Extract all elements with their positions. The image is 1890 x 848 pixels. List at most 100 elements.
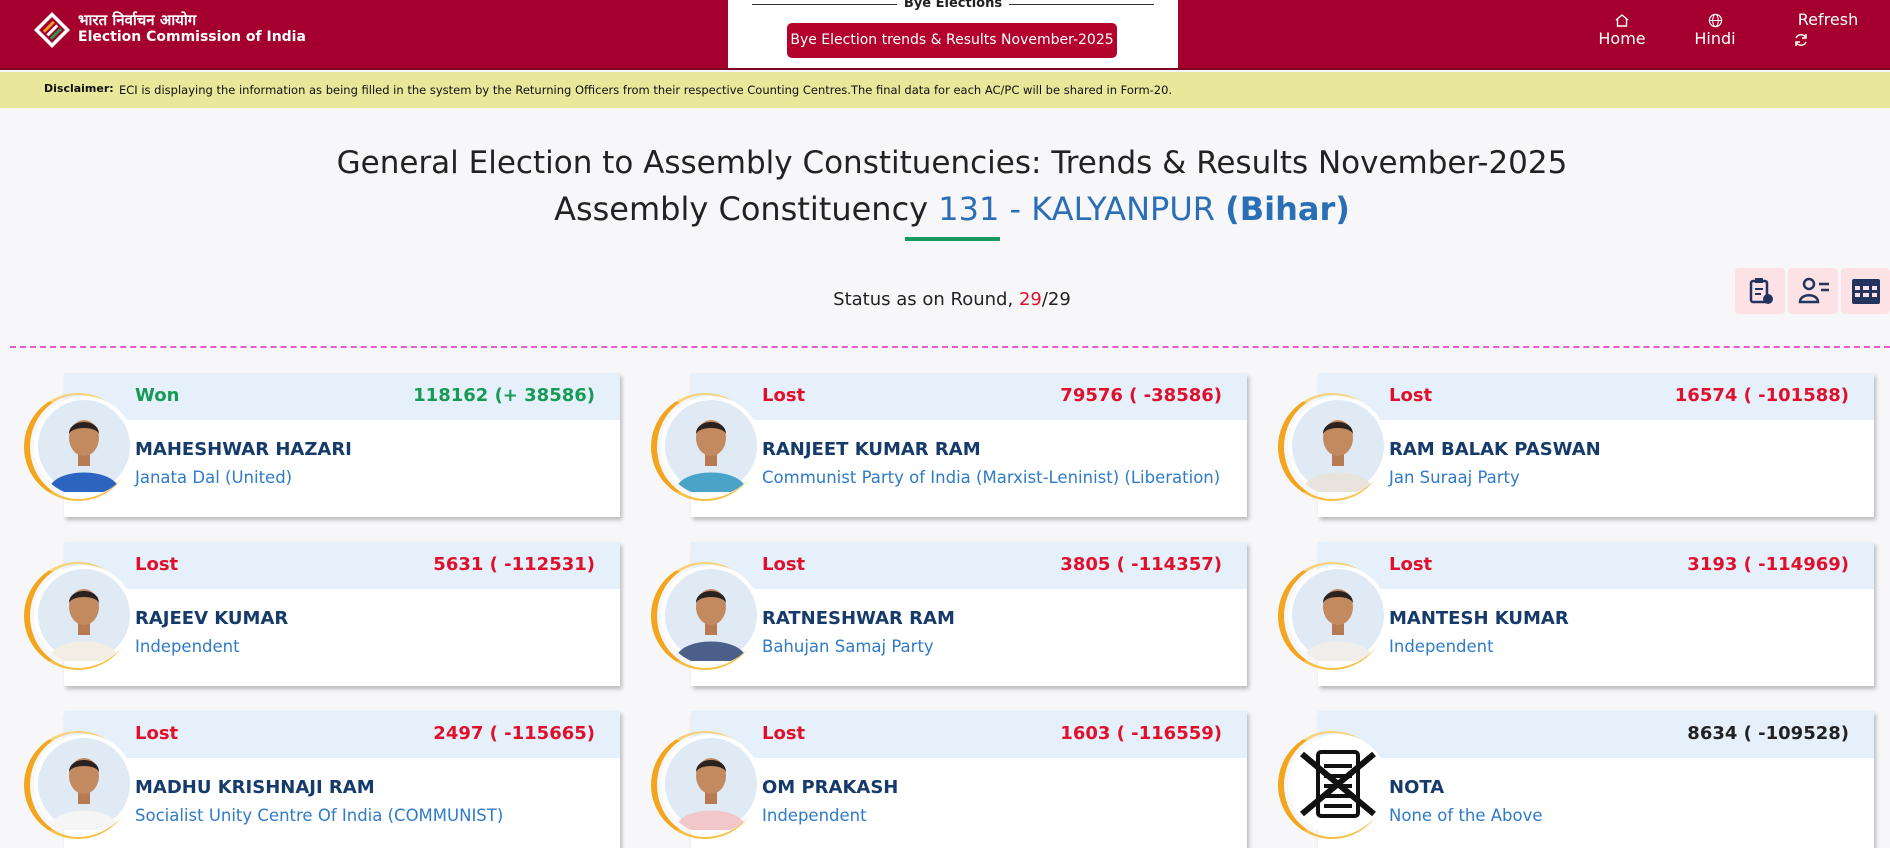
candidate-card-body: Won 118162 (+ 38586) MAHESHWAR HAZARI Janat… [64,373,620,517]
section-divider [10,346,1890,348]
candidate-card-body: Lost 3193 ( -114969) MANTESH KUMAR Independ… [1318,542,1874,686]
party-name: Janata Dal (United) [135,468,293,487]
nav-hindi[interactable]: Hindi [1692,13,1738,48]
candidate-card: Lost 16574 ( -101588) RAM BALAK PASWAN Jan … [1272,373,1890,523]
disclaimer-bar: Disclaimer: ECI is displaying the inform… [0,72,1890,108]
candidate-card: Lost 1603 ( -116559) OM PRAKASH Independent [645,711,1272,848]
candidate-card-body: 8634 ( -109528) NOTA None of the Above [1318,711,1874,848]
candidate-photo-icon [1292,569,1384,661]
result-status: Lost [135,554,179,575]
report-icon [1749,278,1773,304]
candidate-photo-icon [38,738,130,830]
candidate-card: Won 118162 (+ 38586) MAHESHWAR HAZARI Janat… [18,373,645,523]
refresh-icon [1795,34,1807,46]
result-status: Won [135,385,180,406]
candidate-card-body: Lost 79576 ( -38586) RANJEET KUMAR RAM Comm… [691,373,1247,517]
party-name: Socialist Unity Centre Of India (COMMUNI… [135,806,504,825]
vote-count: 79576 ( -38586) [1060,385,1222,406]
disclaimer-label: Disclaimer: [44,82,114,95]
party-name: Independent [135,637,240,656]
candidate-card: Lost 5631 ( -112531) RAJEEV KUMAR Independe… [18,542,645,692]
party-name: Bahujan Samaj Party [762,637,934,656]
candidate-card-body: Lost 1603 ( -116559) OM PRAKASH Independent [691,711,1247,848]
nav-hindi-label: Hindi [1694,29,1736,48]
candidate-list-button[interactable] [1788,268,1838,314]
round-status: Status as on Round, 29/29 [0,289,1890,310]
report-button[interactable] [1735,268,1785,314]
title-underline [905,237,1000,241]
candidate-card: Lost 79576 ( -38586) RANJEET KUMAR RAM Comm… [645,373,1272,523]
vote-count: 2497 ( -115665) [433,723,595,744]
candidate-card-body: Lost 5631 ( -112531) RAJEEV KUMAR Independe… [64,542,620,686]
status-prefix: Status as on Round, [833,289,1014,310]
candidate-photo [1288,734,1388,834]
result-status: Lost [762,385,806,406]
candidate-card: Lost 3805 ( -114357) RATNESHWAR RAM Bahujan… [645,542,1272,692]
table-view-button[interactable] [1841,268,1890,314]
nav-refresh[interactable]: Refresh [1793,10,1863,48]
candidate-card-header: Lost 2497 ( -115665) [64,711,620,758]
candidate-photo-icon [665,569,757,661]
round-total: /29 [1041,289,1071,310]
constituency-prefix: Assembly Constituency [554,190,929,228]
brand-hindi: भारत निर्वाचन आयोग [78,11,197,29]
candidate-photo [1288,396,1388,496]
bye-election-results-button[interactable]: Bye Election trends & Results November-2… [787,23,1117,58]
vote-count: 16574 ( -101588) [1674,385,1849,406]
result-status: Lost [1389,385,1433,406]
vote-count: 5631 ( -112531) [433,554,595,575]
candidate-card-header: Lost 5631 ( -112531) [64,542,620,589]
party-name: Jan Suraaj Party [1389,468,1520,487]
globe-icon [1708,13,1722,28]
nav-home[interactable]: Home [1597,13,1647,48]
candidate-photo-icon [38,400,130,492]
candidate-photo [34,565,134,665]
vote-count: 118162 (+ 38586) [413,385,595,406]
candidate-card-header: Lost 16574 ( -101588) [1318,373,1874,420]
state-name: (Bihar) [1225,190,1350,228]
bye-elections-title: Bye Elections [903,0,1003,11]
page-title: General Election to Assembly Constituenc… [336,145,1568,181]
candidate-photo-icon [665,738,757,830]
table-icon [1852,279,1880,304]
nav-home-label: Home [1598,29,1646,48]
candidate-name: RATNESHWAR RAM [762,608,955,629]
candidate-card-body: Lost 3805 ( -114357) RATNESHWAR RAM Bahujan… [691,542,1247,686]
candidate-card-header: Lost 3805 ( -114357) [691,542,1247,589]
candidate-card-header: Lost 1603 ( -116559) [691,711,1247,758]
candidate-card-header: 8634 ( -109528) [1318,711,1874,758]
candidate-card-body: Lost 16574 ( -101588) RAM BALAK PASWAN Jan … [1318,373,1874,517]
candidate-card: Lost 3193 ( -114969) MANTESH KUMAR Independ… [1272,542,1890,692]
constituency-name: 131 - KALYANPUR [938,190,1215,228]
party-name: Independent [1389,637,1494,656]
party-name: None of the Above [1389,806,1543,825]
candidate-photo [661,565,761,665]
candidate-list-icon [1798,277,1829,304]
party-name: Independent [762,806,867,825]
candidate-photo [661,396,761,496]
candidate-name: OM PRAKASH [762,777,899,798]
candidate-card: Lost 2497 ( -115665) MADHU KRISHNAJI RAM So… [18,711,645,848]
candidate-name: MAHESHWAR HAZARI [135,439,352,460]
candidate-card: 8634 ( -109528) NOTA None of the Above [1272,711,1890,848]
brand-english: Election Commission of India [78,29,306,45]
candidate-name: NOTA [1389,777,1445,798]
candidate-photo [34,396,134,496]
candidate-photo-icon [1292,400,1384,492]
constituency-title: Assembly Constituency 131 - KALYANPUR (B… [0,190,1890,228]
vote-count: 8634 ( -109528) [1687,723,1849,744]
eci-logo-icon[interactable] [32,10,72,50]
vote-count: 3193 ( -114969) [1687,554,1849,575]
candidate-name: RANJEET KUMAR RAM [762,439,981,460]
disclaimer-text: ECI is displaying the information as bei… [119,83,1173,97]
candidate-name: RAJEEV KUMAR [135,608,289,629]
candidate-card-header: Lost 79576 ( -38586) [691,373,1247,420]
result-status: Lost [762,723,806,744]
round-current: 29 [1018,289,1042,310]
vote-count: 1603 ( -116559) [1060,723,1222,744]
candidate-name: RAM BALAK PASWAN [1389,439,1601,460]
bye-election-panel: Bye Elections Bye Election trends & Resu… [728,0,1178,68]
candidate-photo-icon [38,569,130,661]
candidate-photo [1288,565,1388,665]
candidate-card-header: Won 118162 (+ 38586) [64,373,620,420]
